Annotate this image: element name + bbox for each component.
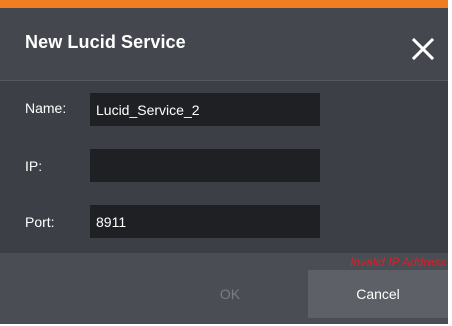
- cancel-button[interactable]: Cancel: [308, 270, 448, 318]
- dialog-form: Name: IP: Port:: [0, 81, 448, 253]
- dialog-footer: Invalid IP Address OK Cancel: [0, 253, 448, 324]
- accent-bar: [0, 0, 448, 8]
- ip-input[interactable]: [90, 149, 320, 182]
- validation-error: Invalid IP Address: [350, 255, 446, 269]
- port-input[interactable]: [90, 205, 320, 238]
- dialog-title: New Lucid Service: [25, 32, 186, 52]
- dialog-titlebar: New Lucid Service: [0, 8, 448, 81]
- ip-label: IP:: [25, 158, 43, 174]
- close-icon: [411, 37, 435, 61]
- name-input[interactable]: [90, 93, 320, 126]
- close-button[interactable]: [408, 34, 438, 64]
- ok-button[interactable]: OK: [160, 270, 300, 318]
- new-lucid-service-dialog: New Lucid Service Name: IP: Port: Invali…: [0, 0, 452, 326]
- name-label: Name:: [25, 100, 67, 116]
- port-label: Port:: [25, 214, 55, 230]
